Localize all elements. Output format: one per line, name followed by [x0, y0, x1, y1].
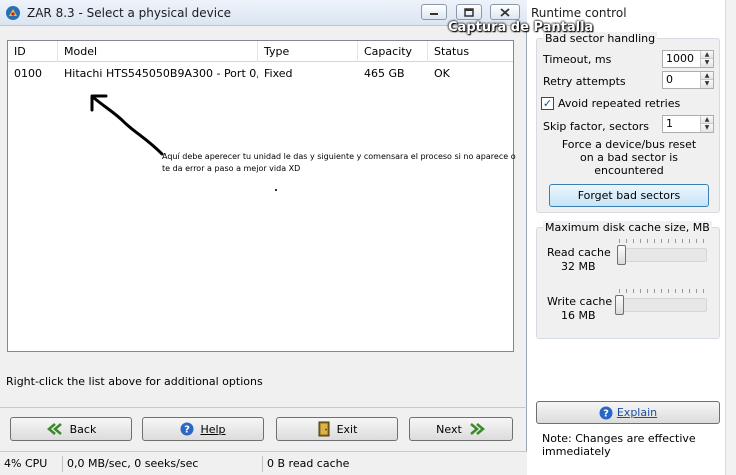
list-header: ID Model Type Capacity Status: [8, 41, 513, 62]
force-reset-text-3: encountered: [594, 164, 664, 177]
force-reset-text-1: Force a device/bus reset: [561, 138, 697, 151]
maximize-button[interactable]: [456, 4, 482, 20]
cell-model: Hitachi HTS545050B9A300 - Port 0, ...: [64, 67, 258, 80]
watermark: Captura de Pantalla: [448, 20, 594, 35]
help-button[interactable]: ? Help: [142, 417, 264, 441]
door-exit-icon: [318, 421, 330, 437]
status-bar: 4% CPU 0,0 MB/sec, 0 seeks/sec 0 B read …: [0, 451, 527, 475]
next-button[interactable]: Next: [409, 417, 513, 441]
read-cache-label: Read cache: [547, 246, 611, 259]
next-label: Next: [436, 422, 462, 436]
divider: [0, 407, 527, 408]
main-window: ZAR 8.3 - Select a physical device ID Mo…: [0, 0, 527, 475]
skip-factor-input[interactable]: [663, 116, 699, 132]
svg-text:?: ?: [603, 408, 609, 419]
help-label: Help: [200, 422, 226, 436]
minimize-icon: [430, 13, 438, 15]
checkmark-icon: ✓: [542, 97, 553, 110]
cell-id: 0100: [14, 67, 42, 80]
minimize-button[interactable]: [421, 4, 447, 20]
retry-label: Retry attempts: [543, 75, 626, 88]
device-list[interactable]: ID Model Type Capacity Status 0100 Hitac…: [7, 40, 514, 352]
hint-text: Right-click the list above for additiona…: [6, 375, 263, 388]
timeout-down-arrow-icon[interactable]: ▼: [700, 59, 713, 67]
read-cache-ticks: [619, 239, 707, 243]
cpu-status: 4% CPU: [4, 457, 48, 470]
skip-factor-stepper[interactable]: ▲ ▼: [662, 115, 714, 133]
annotation-arrow-icon: [90, 94, 164, 156]
read-cache-value: 32 MB: [561, 260, 596, 273]
cell-capacity: 465 GB: [364, 67, 405, 80]
write-cache-value: 16 MB: [561, 309, 596, 322]
panel-title: Runtime control: [531, 6, 627, 20]
column-header-model[interactable]: Model: [58, 41, 258, 62]
write-cache-slider-thumb[interactable]: [615, 295, 624, 315]
back-button[interactable]: Back: [10, 417, 132, 441]
timeout-up-arrow-icon[interactable]: ▲: [700, 51, 713, 59]
note-text: Note: Changes are effective immediately: [542, 432, 696, 458]
write-cache-label: Write cache: [547, 295, 613, 308]
avoid-retries-checkbox[interactable]: ✓: [541, 97, 554, 110]
exit-button[interactable]: Exit: [276, 417, 398, 441]
annotation-text: Aquí debe aperecer tu unidad le das y si…: [162, 152, 516, 173]
close-icon: [500, 7, 510, 17]
column-header-status[interactable]: Status: [428, 41, 514, 62]
stray-dot: [275, 189, 277, 191]
close-button[interactable]: [490, 4, 520, 20]
double-arrow-right-icon: [470, 423, 485, 435]
exit-label: Exit: [336, 422, 358, 436]
bad-sector-group: Bad sector handling Timeout, ms ▲ ▼ Retr…: [536, 32, 720, 213]
help-icon: ?: [180, 422, 194, 436]
window-title: ZAR 8.3 - Select a physical device: [27, 6, 232, 20]
retry-down-arrow-icon[interactable]: ▼: [700, 80, 713, 88]
app-icon: [6, 6, 20, 20]
timeout-label: Timeout, ms: [543, 53, 612, 66]
maximize-icon: [464, 7, 474, 17]
force-reset-text-2: on a bad sector is: [579, 151, 679, 164]
skip-down-arrow-icon[interactable]: ▼: [700, 124, 713, 132]
retry-up-arrow-icon[interactable]: ▲: [700, 72, 713, 80]
timeout-stepper[interactable]: ▲ ▼: [662, 50, 714, 68]
column-header-id[interactable]: ID: [8, 41, 58, 62]
back-label: Back: [69, 422, 97, 436]
help-icon: ?: [599, 406, 613, 419]
cache-group: Maximum disk cache size, MB Read cache 3…: [536, 221, 720, 339]
runtime-control-panel: Runtime control Bad sector handling Time…: [528, 0, 736, 475]
column-header-capacity[interactable]: Capacity: [358, 41, 428, 62]
svg-text:?: ?: [185, 425, 191, 436]
panel-scrollbar[interactable]: [725, 0, 736, 475]
read-cache-slider[interactable]: [617, 248, 707, 262]
cell-type: Fixed: [264, 67, 293, 80]
timeout-input[interactable]: [663, 51, 699, 67]
avoid-retries-label: Avoid repeated retries: [558, 97, 681, 110]
read-cache-slider-thumb[interactable]: [617, 245, 627, 265]
cache-status: 0 B read cache: [262, 456, 349, 472]
write-cache-ticks: [619, 289, 707, 293]
explain-button[interactable]: ? Explain: [536, 401, 720, 424]
column-header-type[interactable]: Type: [258, 41, 358, 62]
cell-status: OK: [434, 67, 450, 80]
retry-input[interactable]: [663, 72, 699, 88]
group-label-cache: Maximum disk cache size, MB: [543, 221, 712, 234]
write-cache-slider[interactable]: [617, 298, 707, 312]
double-arrow-left-icon: [46, 423, 62, 435]
skip-up-arrow-icon[interactable]: ▲: [700, 116, 713, 124]
skip-factor-label: Skip factor, sectors: [543, 120, 649, 133]
table-row[interactable]: 0100 Hitachi HTS545050B9A300 - Port 0, .…: [8, 65, 513, 83]
forget-bad-sectors-button[interactable]: Forget bad sectors: [549, 184, 709, 207]
io-status: 0,0 MB/sec, 0 seeks/sec: [62, 456, 198, 472]
explain-label: Explain: [616, 406, 658, 419]
retry-stepper[interactable]: ▲ ▼: [662, 71, 714, 89]
